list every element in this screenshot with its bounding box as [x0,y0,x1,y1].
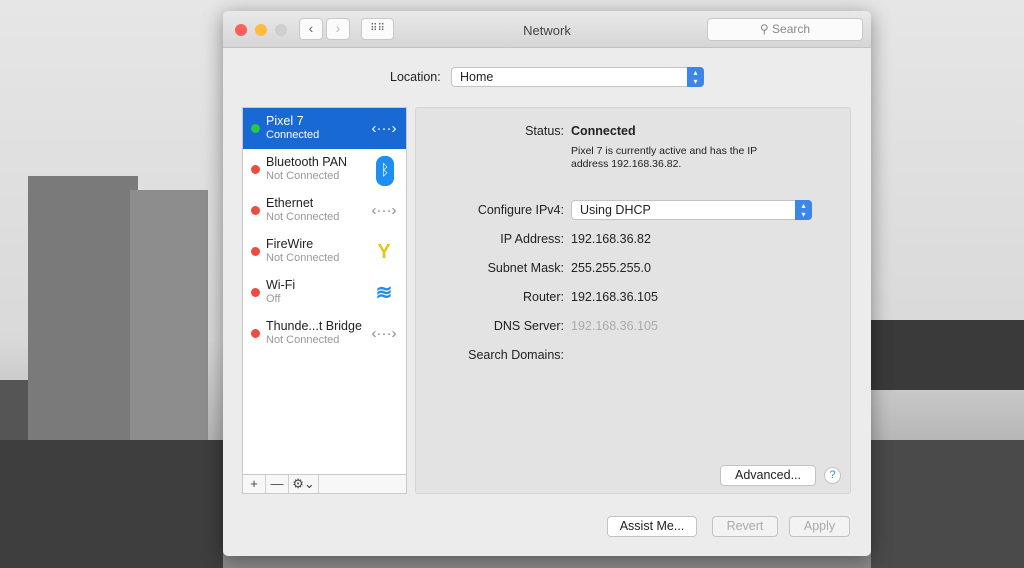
configure-ipv4-label: Configure IPv4: [477,203,564,217]
ethernet-arrows-icon: ‹···› [371,120,397,137]
status-label: Status: [525,124,564,138]
service-item[interactable]: Pixel 7 Connected ‹···› [243,108,406,149]
apply-button[interactable]: Apply [789,516,850,537]
service-item[interactable]: Wi-Fi Off ≋ [243,272,406,313]
up-down-arrows-icon: ▴ ▾ [687,67,704,87]
advanced-button[interactable]: Advanced... [720,465,816,486]
search-icon: ⚲ [759,22,773,36]
service-list: Pixel 7 Connected ‹···› Bluetooth PAN No… [242,107,407,494]
location-label: Location: [390,70,441,84]
router-value: 192.168.36.105 [571,290,658,304]
status-description: Pixel 7 is currently active and has the … [571,145,757,170]
service-list-toolbar: + — ⚙⌄ [243,474,406,493]
service-status: Off [266,293,281,305]
service-status: Not Connected [266,170,340,182]
assist-me-button[interactable]: Assist Me... [607,516,697,537]
search-domains-label: Search Domains: [468,348,564,362]
service-name: Thunde...t Bridge [266,319,362,333]
status-dot [251,247,260,256]
service-name: Bluetooth PAN [266,155,348,169]
service-name: FireWire [266,237,314,251]
service-item[interactable]: FireWire Not Connected Y [243,231,406,272]
search-field[interactable]: ⚲ Search [707,18,863,41]
wifi-icon: ≋ [375,282,393,304]
revert-button[interactable]: Revert [712,516,778,537]
network-preferences-window: ‹ › ⠿⠿ Network ⚲ Search Location: Home ▴ ▾… [223,11,871,556]
status-value: Connected [571,124,636,138]
bluetooth-icon: ᛒ [376,156,394,186]
configure-ipv4-select[interactable]: Using DHCP ▴ ▾ [571,200,812,220]
service-item[interactable]: Thunde...t Bridge Not Connected ‹···› [243,313,406,354]
status-dot [251,329,260,338]
configure-ipv4-value: Using DHCP [580,203,651,217]
location-select[interactable]: Home ▴ ▾ [451,67,704,87]
ip-address-label: IP Address: [500,232,564,246]
service-name: Ethernet [266,196,314,210]
help-button[interactable]: ? [824,467,841,484]
service-name: Pixel 7 [266,114,304,128]
service-status: Not Connected [266,334,340,346]
firewire-icon: Y [377,241,391,263]
status-dot [251,288,260,297]
service-status: Not Connected [266,211,340,223]
search-placeholder: Search [772,22,811,36]
router-label: Router: [523,290,564,304]
status-dot [251,165,260,174]
subnet-mask-label: Subnet Mask: [487,261,564,275]
ethernet-arrows-icon: ‹···› [371,202,397,219]
detail-panel: Status: Connected Pixel 7 is currently a… [415,107,851,494]
ip-address-value: 192.168.36.82 [571,232,651,246]
subnet-mask-value: 255.255.255.0 [571,261,651,275]
title-bar: ‹ › ⠿⠿ Network ⚲ Search [223,11,871,48]
service-item[interactable]: Bluetooth PAN Not Connected ᛒ [243,149,406,190]
service-item[interactable]: Ethernet Not Connected ‹···› [243,190,406,231]
status-dot [251,206,260,215]
add-service-button[interactable]: + [243,475,266,493]
service-name: Wi-Fi [266,278,296,292]
up-down-arrows-icon: ▴ ▾ [795,200,812,220]
ethernet-arrows-icon: ‹···› [371,325,397,342]
location-value: Home [460,70,494,84]
status-dot [251,124,260,133]
service-status: Not Connected [266,252,340,264]
service-status: Connected [266,129,320,141]
dns-server-value: 192.168.36.105 [571,319,658,333]
gear-menu-button[interactable]: ⚙⌄ [289,475,319,493]
dns-server-label: DNS Server: [493,319,564,333]
remove-service-button[interactable]: — [266,475,289,493]
